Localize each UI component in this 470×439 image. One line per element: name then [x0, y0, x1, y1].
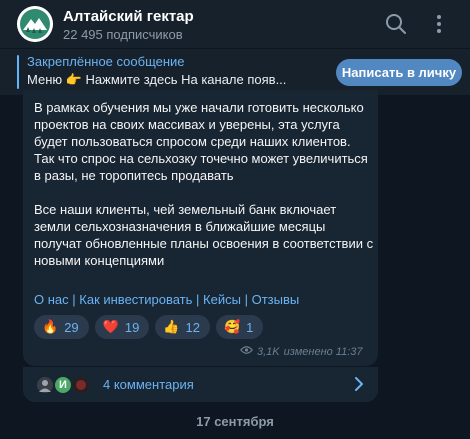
pinned-text: Меню 👉 Нажмите здесь На канале появ...: [27, 72, 287, 87]
comments-count[interactable]: 4 комментария: [103, 377, 194, 392]
eye-icon: [240, 345, 253, 358]
fire-icon: 🔥: [42, 319, 59, 334]
more-vertical-icon[interactable]: [427, 12, 451, 36]
write-direct-button[interactable]: Написать в личку: [336, 59, 462, 86]
chevron-right-icon[interactable]: [354, 377, 364, 391]
pinned-title: Закреплённое сообщение: [27, 54, 185, 69]
message-text: В рамках обучения мы уже начали готовить…: [34, 99, 374, 286]
view-count: 3,1K: [257, 345, 280, 358]
reaction-count: 19: [124, 319, 140, 335]
channel-title[interactable]: Алтайский гектар: [63, 8, 194, 26]
message-links: О нас | Как инвестировать | Кейсы | Отзы…: [34, 292, 300, 307]
channel-avatar[interactable]: [17, 6, 53, 42]
smiling-hearts-icon: 🥰: [223, 319, 241, 334]
message-paragraph: В рамках обучения мы уже начали готовить…: [34, 100, 368, 183]
reaction-thumbs-up[interactable]: 👍 12: [155, 315, 210, 339]
reactions-row: 🔥 29 ❤️ 19 👍 12 🥰 1: [34, 315, 264, 339]
edited-time: изменено 11:37: [283, 345, 363, 358]
search-icon[interactable]: [384, 12, 408, 36]
commenter-avatar-initial: И: [53, 375, 73, 395]
reaction-heart[interactable]: ❤️ 19: [94, 315, 150, 339]
date-separator: 17 сентября: [196, 414, 274, 429]
link-cases[interactable]: Кейсы: [203, 292, 241, 307]
commenter-avatar: [35, 375, 55, 395]
link-how-to-invest[interactable]: Как инвестировать: [79, 292, 192, 307]
subscriber-count: 22 495 подписчиков: [63, 27, 183, 42]
link-about[interactable]: О нас: [34, 292, 69, 307]
heart-icon: ❤️: [102, 319, 119, 334]
reaction-count: 29: [64, 319, 79, 335]
message-meta: 3,1K изменено 11:37: [240, 345, 363, 358]
commenter-avatar: [71, 375, 91, 395]
thumbs-up-icon: 👍: [163, 319, 180, 334]
chat-header: Алтайский гектар 22 495 подписчиков: [0, 0, 470, 48]
link-reviews[interactable]: Отзывы: [252, 292, 300, 307]
reaction-smiling-hearts[interactable]: 🥰 1: [215, 315, 264, 339]
message-paragraph: Все наши клиенты, чей земельный банк вкл…: [34, 202, 374, 268]
reaction-count: 12: [185, 319, 200, 335]
pinned-indicator: [17, 55, 19, 89]
reaction-fire[interactable]: 🔥 29: [34, 315, 89, 339]
reaction-count: 1: [246, 319, 254, 335]
